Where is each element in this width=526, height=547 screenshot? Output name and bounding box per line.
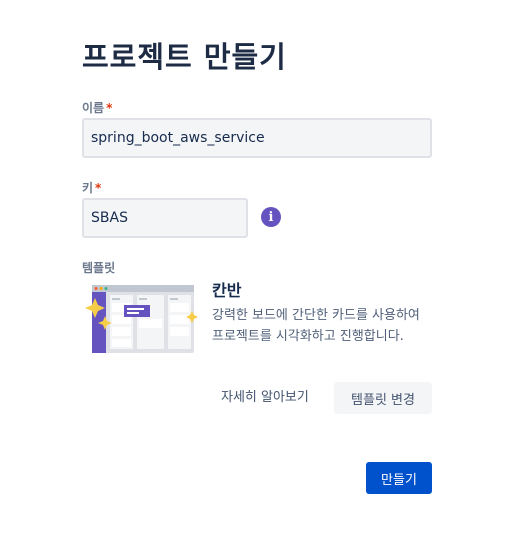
key-field-label: 키 * [82, 179, 101, 196]
thumbnail-card [112, 339, 131, 347]
thumbnail-card [112, 327, 131, 336]
project-key-input[interactable] [82, 198, 248, 238]
kanban-template-thumbnail [85, 285, 198, 353]
name-label-text: 이름 [82, 101, 105, 115]
required-mark: * [106, 101, 113, 115]
required-mark: * [95, 181, 102, 195]
project-name-input[interactable] [82, 118, 432, 158]
page-title: 프로젝트 만들기 [82, 40, 287, 74]
thumbnail-card [170, 315, 189, 324]
thumbnail-line [127, 308, 144, 310]
thumbnail-card [139, 319, 162, 328]
change-template-button[interactable]: 템플릿 변경 [334, 382, 432, 414]
thumbnail-line [139, 298, 147, 300]
thumbnail-dot-yellow [99, 287, 103, 290]
thumbnail-line [127, 312, 139, 314]
template-description: 강력한 보드에 간단한 카드를 사용하여 프로젝트를 시각화하고 진행합니다. [212, 308, 420, 344]
name-field-label: 이름 * [82, 99, 112, 116]
thumbnail-dot-green [104, 287, 108, 290]
thumbnail-line [170, 298, 178, 300]
learn-more-link[interactable]: 자세히 알아보기 [212, 382, 318, 413]
thumbnail-card [170, 303, 189, 312]
info-icon[interactable]: i [261, 207, 281, 227]
template-label: 템플릿 [82, 261, 116, 275]
thumbnail-dot-red [94, 287, 98, 290]
template-name: 칸반 [212, 281, 242, 300]
create-button[interactable]: 만들기 [366, 462, 432, 494]
thumbnail-dragged-card [124, 305, 150, 317]
key-label-text: 키 [82, 181, 94, 195]
thumbnail-card [170, 327, 189, 336]
thumbnail-line [112, 298, 120, 300]
